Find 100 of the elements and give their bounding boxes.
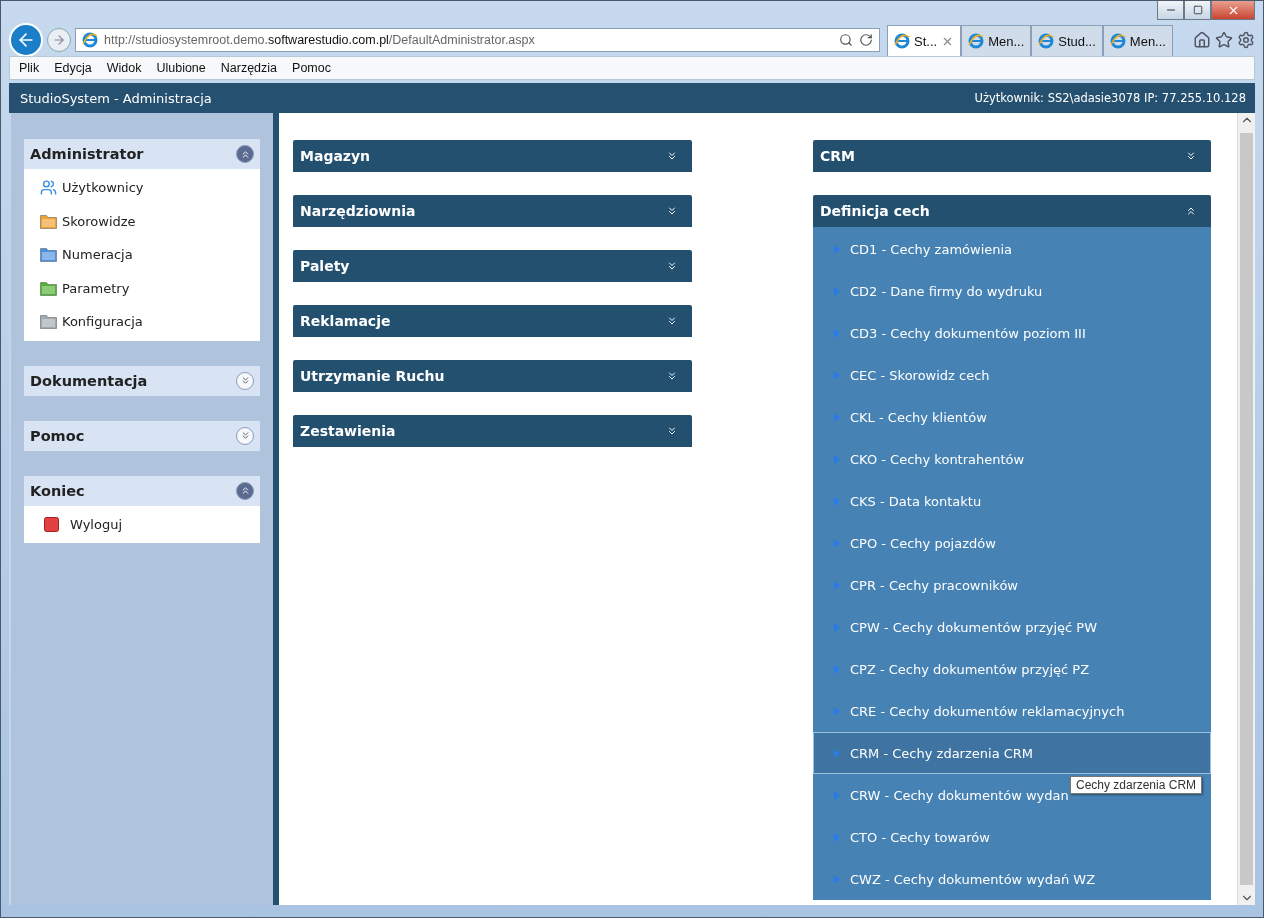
list-item[interactable]: CPZ - Cechy dokumentów przyjęć PZ — [850, 661, 1090, 677]
sidebar-item[interactable]: Skorowidze — [24, 204, 260, 238]
expand-icon[interactable] — [1185, 150, 1197, 162]
menu-item[interactable]: Widok — [106, 61, 142, 75]
settings-icon[interactable] — [1237, 30, 1255, 49]
menu-item[interactable]: Pomoc — [292, 61, 331, 75]
collapse-icon[interactable] — [236, 481, 254, 500]
close-button[interactable] — [1211, 1, 1255, 20]
maximize-button[interactable] — [1184, 1, 1211, 20]
menu-item[interactable]: Plik — [19, 61, 40, 75]
expand-icon[interactable] — [666, 370, 678, 382]
star-icon[interactable] — [1215, 30, 1233, 49]
browser-tab[interactable]: St... — [887, 25, 962, 56]
menu-item[interactable]: Edycja — [54, 61, 92, 75]
sidebar-item[interactable]: Wyloguj — [24, 507, 260, 541]
menu-item[interactable]: Narzędzia — [220, 61, 278, 75]
section-title: Dokumentacja — [30, 372, 148, 389]
panel-header[interactable]: Zestawienia — [293, 415, 692, 447]
arrow-right-icon — [834, 370, 840, 380]
arrow-right-icon — [834, 538, 840, 548]
list-item[interactable]: CPO - Cechy pojazdów — [850, 535, 996, 551]
section-header[interactable]: Pomoc — [24, 420, 260, 451]
address-field[interactable]: http://studiosystemroot.demo.softwarestudio.com.pl/DefaultAdministrator.aspx — [75, 27, 880, 52]
sidebar-item-label: Skorowidze — [62, 213, 136, 229]
sidebar-item-label: Użytkownicy — [62, 180, 144, 196]
home-icon[interactable] — [1193, 30, 1211, 49]
panel-title: Zestawienia — [300, 423, 396, 439]
panel-title: Magazyn — [300, 148, 371, 164]
panel-header[interactable]: Definicja cech — [813, 195, 1211, 227]
list-item[interactable]: CKO - Cechy kontrahentów — [850, 451, 1025, 467]
panel-header[interactable]: CRM — [813, 140, 1211, 172]
sidebar-item-label: Parametry — [62, 280, 130, 296]
panel-header[interactable]: Utrzymanie Ruchu — [293, 360, 692, 392]
sidebar-item-label: Wyloguj — [70, 516, 122, 532]
expand-icon[interactable] — [666, 205, 678, 217]
section-header[interactable]: Koniec — [24, 475, 260, 506]
panel-header[interactable]: Reklamacje — [293, 305, 692, 337]
browser-tab[interactable]: Men... — [1102, 25, 1173, 56]
arrow-right-icon — [834, 748, 840, 758]
list-item[interactable]: CRW - Cechy dokumentów wydan — [850, 787, 1069, 803]
panel-header[interactable]: Magazyn — [293, 140, 692, 172]
refresh-icon[interactable] — [859, 32, 873, 47]
list-item[interactable]: CPR - Cechy pracowników — [850, 577, 1018, 593]
search-icon[interactable] — [839, 32, 853, 47]
sidebar-item[interactable]: Użytkownicy — [24, 171, 260, 205]
arrow-right-icon — [834, 580, 840, 590]
panel-title: Utrzymanie Ruchu — [300, 368, 445, 384]
expand-icon[interactable] — [666, 425, 678, 437]
arrow-right-icon — [834, 454, 840, 464]
expand-icon[interactable] — [666, 315, 678, 327]
arrow-right-icon — [834, 664, 840, 674]
panel-header[interactable]: Narzędziownia — [293, 195, 692, 227]
list-item[interactable]: CD3 - Cechy dokumentów poziom III — [850, 325, 1086, 341]
expand-icon[interactable] — [666, 150, 678, 162]
forward-arrow-icon — [52, 32, 66, 47]
collapse-icon[interactable] — [236, 145, 254, 163]
back-button[interactable] — [9, 22, 43, 57]
list-item[interactable]: CRE - Cechy dokumentów reklamacyjnych — [850, 703, 1125, 719]
arrow-right-icon — [834, 286, 840, 296]
arrow-right-icon — [834, 496, 840, 506]
panel-header[interactable]: Palety — [293, 250, 692, 282]
app-title: StudioSystem - Administracja — [20, 90, 212, 106]
section-header[interactable]: Dokumentacja — [24, 365, 260, 396]
list-item[interactable]: CEC - Skorowidz cech — [850, 367, 990, 383]
browser-tab[interactable]: Men... — [961, 25, 1032, 56]
arrow-right-icon — [834, 622, 840, 632]
browser-logo-icon — [82, 31, 98, 48]
list-item-label: CRM - Cechy zdarzenia CRM — [850, 745, 1034, 761]
section-title: Pomoc — [30, 427, 85, 444]
sidebar-item[interactable]: Parametry — [24, 271, 260, 305]
panel-title: Palety — [300, 258, 350, 274]
list-item[interactable]: CKS - Data kontaktu — [850, 493, 982, 509]
section-title: Administrator — [30, 146, 144, 162]
expand-icon[interactable] — [666, 260, 678, 272]
list-item[interactable]: CTO - Cechy towarów — [850, 829, 990, 845]
list-item[interactable]: CKL - Cechy klientów — [850, 409, 987, 425]
browser-tab[interactable]: Stud... — [1031, 25, 1103, 56]
browser-logo-icon — [1038, 33, 1055, 49]
panel-title: Definicja cech — [820, 203, 930, 219]
sidebar-item[interactable]: Numeracja — [24, 238, 260, 272]
list-item[interactable]: CWZ - Cechy dokumentów wydań WZ — [850, 871, 1096, 887]
tooltip: Cechy zdarzenia CRM — [1070, 776, 1203, 794]
maximize-icon — [1192, 5, 1203, 15]
list-item[interactable]: CD1 - Cechy zamówienia — [850, 241, 1013, 257]
sidebar-item-label: Konfiguracja — [62, 314, 143, 330]
menu-item[interactable]: Ulubione — [156, 61, 206, 75]
arrow-right-icon — [834, 790, 840, 800]
arrow-right-icon — [834, 706, 840, 716]
selected-list-item[interactable]: CRM - Cechy zdarzenia CRM — [813, 732, 1211, 774]
arrow-right-icon — [834, 244, 840, 254]
minimize-button[interactable] — [1157, 1, 1184, 20]
collapse-icon[interactable] — [1185, 205, 1197, 217]
panel-title: Reklamacje — [300, 313, 391, 329]
list-item[interactable]: CPW - Cechy dokumentów przyjęć PW — [850, 619, 1097, 635]
sidebar-item[interactable]: Konfiguracja — [24, 305, 260, 339]
list-item[interactable]: CD2 - Dane firmy do wydruku — [850, 283, 1043, 299]
arrow-right-icon — [834, 328, 840, 338]
arrow-right-icon — [834, 412, 840, 422]
section-header[interactable]: Administrator — [24, 139, 260, 169]
scrollbar[interactable] — [1237, 113, 1255, 905]
